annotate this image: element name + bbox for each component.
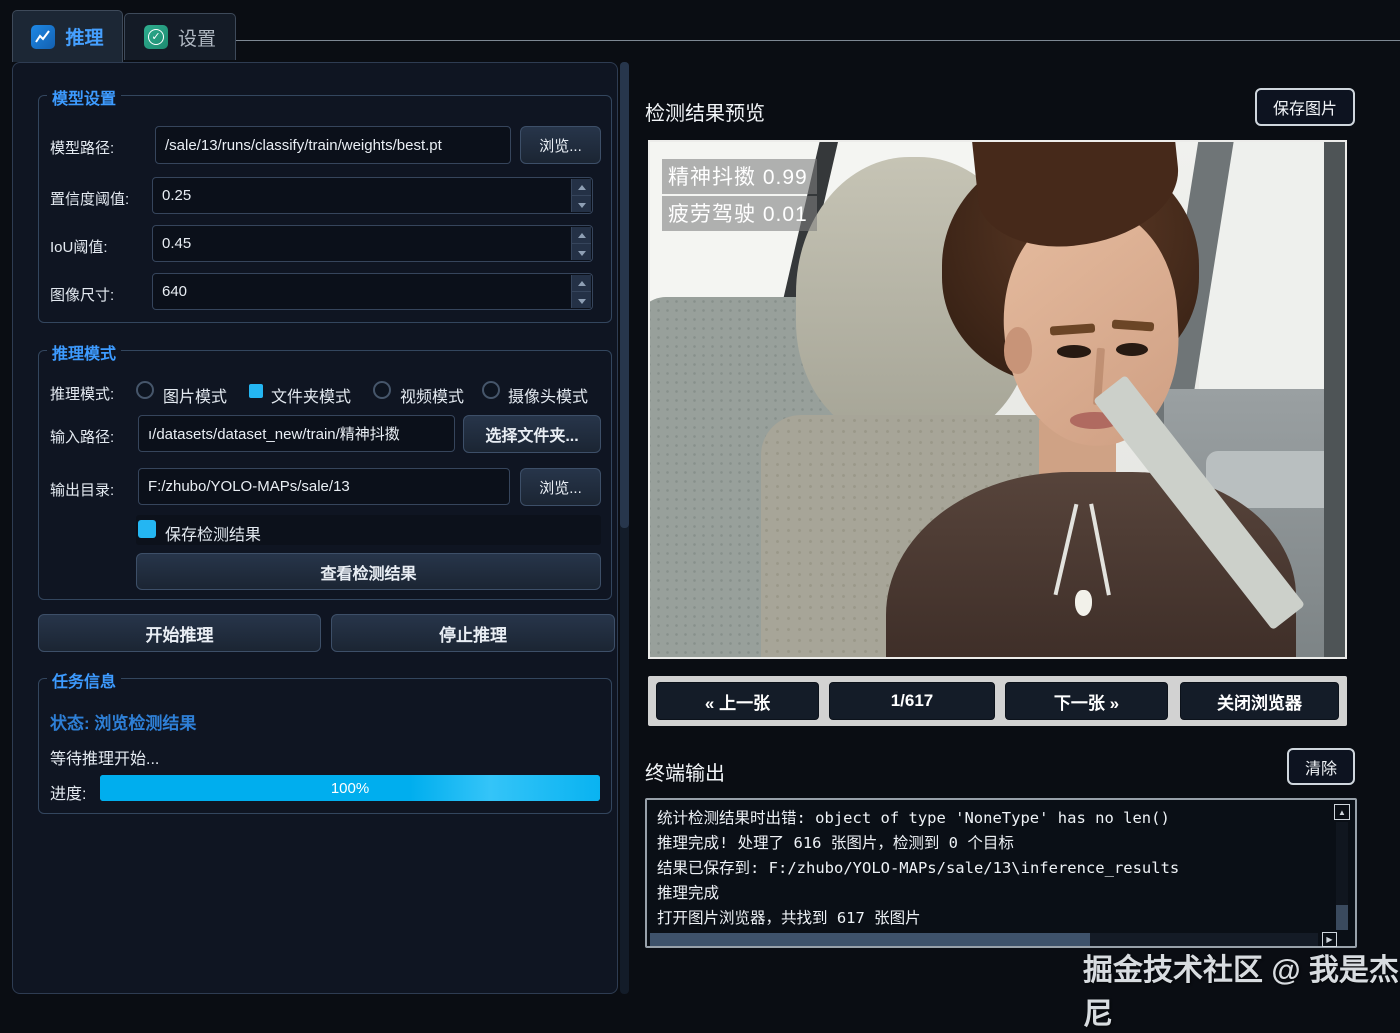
tab-inference[interactable]: 推理: [12, 10, 123, 62]
conf-threshold-value: 0.25: [162, 187, 191, 204]
photo-right-eye: [1116, 343, 1148, 356]
next-image-button[interactable]: 下一张 »: [1005, 682, 1168, 720]
input-path-input[interactable]: ı/datasets/dataset_new/train/精神抖擞: [138, 415, 455, 452]
iou-threshold-spinbox[interactable]: 0.45: [152, 225, 593, 262]
spin-down-icon[interactable]: [571, 291, 591, 308]
model-browse-button[interactable]: 浏览...: [520, 126, 601, 164]
save-results-label: 保存检测结果: [165, 521, 261, 545]
spin-up-icon[interactable]: [571, 179, 591, 195]
task-waiting-text: 等待推理开始...: [50, 745, 159, 769]
terminal-title: 终端输出: [645, 757, 725, 786]
terminal-output[interactable]: 统计检测结果时出错: object of type 'NoneType' has…: [645, 798, 1357, 948]
detection-overlay: 精神抖擞 0.99 疲劳驾驶 0.01: [662, 159, 817, 233]
iou-threshold-value: 0.45: [162, 235, 191, 252]
radio-folder-mode[interactable]: [249, 384, 263, 398]
view-results-button[interactable]: 查看检测结果: [136, 553, 601, 590]
radio-camera-mode-label: 摄像头模式: [508, 383, 588, 407]
check-badge-icon: ✓: [144, 25, 168, 49]
save-results-checkbox[interactable]: [138, 520, 156, 538]
left-panel-scrollbar[interactable]: [620, 62, 629, 994]
mode-row-label: 推理模式:: [50, 383, 114, 404]
output-dir-input[interactable]: F:/zhubo/YOLO-MAPs/sale/13: [138, 468, 510, 505]
watermark-text: 掘金技术社区 @ 我是杰尼: [1083, 945, 1400, 1033]
photo-ear: [1004, 327, 1032, 373]
prev-image-button[interactable]: « 上一张: [656, 682, 819, 720]
group-inference-mode-title: 推理模式: [47, 340, 121, 364]
progress-label: 进度:: [50, 780, 86, 804]
tab-settings-label: 设置: [178, 24, 216, 51]
image-counter: 1/617: [829, 682, 995, 720]
preview-title: 检测结果预览: [645, 97, 765, 126]
image-size-label: 图像尺寸:: [50, 284, 114, 305]
radio-camera-mode[interactable]: [482, 381, 500, 399]
detection-preview-image: 精神抖擞 0.99 疲劳驾驶 0.01: [648, 140, 1347, 659]
radio-image-mode-label: 图片模式: [163, 383, 227, 407]
save-image-button[interactable]: 保存图片: [1255, 88, 1355, 126]
image-size-spinbox[interactable]: 640: [152, 273, 593, 310]
group-task-info-title: 任务信息: [47, 668, 121, 692]
select-folder-button[interactable]: 选择文件夹...: [463, 415, 601, 453]
conf-threshold-label: 置信度阈值:: [50, 188, 129, 209]
photo-pendant: [1075, 590, 1092, 616]
checkmark-icon: ✓: [148, 29, 164, 45]
tab-inference-label: 推理: [65, 23, 103, 50]
image-size-value: 640: [162, 283, 187, 300]
spin-down-icon[interactable]: [571, 243, 591, 260]
group-model-settings-title: 模型设置: [47, 85, 121, 109]
photo-right-edge: [1324, 142, 1345, 657]
model-path-input[interactable]: /sale/13/runs/classify/train/weights/bes…: [155, 126, 511, 164]
spin-up-icon[interactable]: [571, 227, 591, 243]
left-panel-scrollbar-thumb[interactable]: [620, 62, 629, 528]
detection-label-top1: 精神抖擞 0.99: [662, 159, 817, 194]
terminal-line: 推理完成! 处理了 616 张图片，检测到 0 个目标: [657, 831, 1327, 856]
progress-bar: 100%: [100, 775, 600, 801]
stop-inference-button[interactable]: 停止推理: [331, 614, 615, 652]
terminal-hscrollbar-thumb[interactable]: [650, 933, 1090, 946]
detection-label-top2: 疲劳驾驶 0.01: [662, 196, 817, 231]
terminal-line: 推理完成: [657, 881, 1327, 906]
output-browse-button[interactable]: 浏览...: [520, 468, 601, 506]
tab-settings[interactable]: ✓ 设置: [124, 13, 236, 60]
radio-video-mode[interactable]: [373, 381, 391, 399]
clear-terminal-button[interactable]: 清除: [1287, 748, 1355, 785]
progress-bar-text: 100%: [100, 775, 600, 801]
terminal-line: 结果已保存到: F:/zhubo/YOLO-MAPs/sale/13\infer…: [657, 856, 1327, 881]
spin-up-icon[interactable]: [571, 275, 591, 291]
model-path-label: 模型路径:: [50, 137, 114, 158]
line-chart-icon: [31, 25, 55, 49]
radio-folder-mode-label: 文件夹模式: [271, 383, 351, 407]
terminal-line: 统计检测结果时出错: object of type 'NoneType' has…: [657, 806, 1327, 831]
start-inference-button[interactable]: 开始推理: [38, 614, 321, 652]
tab-pane-border: [236, 40, 1400, 41]
scroll-up-icon[interactable]: ▲: [1334, 804, 1350, 820]
input-path-label: 输入路径:: [50, 426, 114, 447]
close-browser-button[interactable]: 关闭浏览器: [1180, 682, 1339, 720]
image-nav-bar: « 上一张 1/617 下一张 » 关闭浏览器: [648, 676, 1347, 726]
task-status-text: 状态: 浏览检测结果: [50, 709, 196, 734]
output-dir-label: 输出目录:: [50, 479, 114, 500]
radio-video-mode-label: 视频模式: [400, 383, 464, 407]
terminal-line: 打开图片浏览器，共找到 617 张图片: [657, 906, 1327, 931]
iou-threshold-label: IoU阈值:: [50, 236, 108, 257]
terminal-vscrollbar[interactable]: [1336, 822, 1348, 930]
conf-threshold-spinbox[interactable]: 0.25: [152, 177, 593, 214]
terminal-vscrollbar-thumb[interactable]: [1336, 905, 1348, 930]
radio-image-mode[interactable]: [136, 381, 154, 399]
spin-down-icon[interactable]: [571, 195, 591, 212]
